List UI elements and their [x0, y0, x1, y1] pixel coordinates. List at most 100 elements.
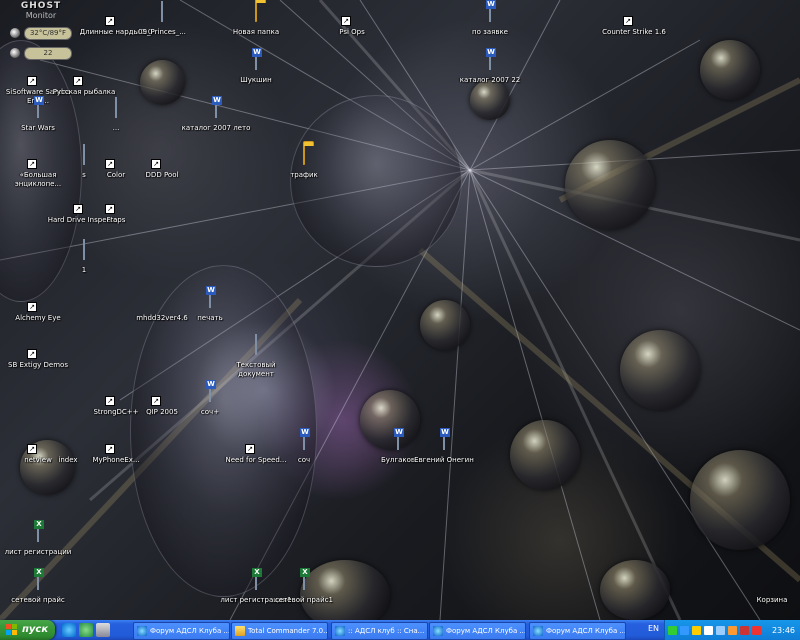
- desktop-icon[interactable]: 1: [46, 239, 122, 275]
- word-doc-icon: W: [204, 96, 228, 122]
- cd-image-icon: [150, 288, 174, 312]
- desktop-icon[interactable]: Wкаталог 2007 лето: [178, 96, 254, 133]
- wallpaper-sphere: [510, 420, 580, 490]
- word-doc-icon: W: [478, 48, 502, 74]
- ie-icon[interactable]: [62, 623, 76, 637]
- wallpaper-sphere: [600, 560, 670, 620]
- qip-icon[interactable]: [79, 623, 93, 637]
- language-indicator[interactable]: EN: [648, 624, 659, 633]
- desktop-icon[interactable]: Wсоч: [266, 428, 342, 465]
- fishing-game-icon: ↗: [72, 62, 96, 86]
- shortcut-arrow-icon: ↗: [623, 16, 633, 26]
- total-commander-icon: [235, 626, 245, 636]
- taskbar: пуск Форум АДСЛ Клуба ... Total Commander…: [0, 620, 800, 640]
- desktop-icon[interactable]: ↗ Psi Ops: [314, 2, 390, 37]
- ie-icon: [335, 626, 345, 636]
- taskbar-button[interactable]: :: АДСЛ клуб :: Сна...: [331, 622, 428, 640]
- desktop-icon-label: Psi Ops: [339, 28, 365, 36]
- word-doc-icon: W: [244, 48, 268, 74]
- taskbar-button[interactable]: Total Commander 7.0...: [231, 622, 328, 640]
- ghost-monitor-subtitle: Monitor: [25, 11, 57, 20]
- desktop-icon[interactable]: Wпечать: [172, 286, 248, 323]
- desktop-icon[interactable]: ...: [78, 97, 154, 133]
- quick-launch: [62, 623, 113, 637]
- desktop-icon-label: печать: [197, 314, 223, 322]
- desktop-icon[interactable]: Xсетевой прайс1: [266, 568, 342, 605]
- start-label: пуск: [22, 624, 49, 635]
- nfs-icon: ↗: [244, 430, 268, 454]
- fraps-icon: ↗: [104, 190, 128, 214]
- shortcut-arrow-icon: ↗: [105, 16, 115, 26]
- taskbar-button[interactable]: Форум АДСЛ Клуба ...: [529, 622, 626, 640]
- show-desktop-icon[interactable]: [96, 623, 110, 637]
- desktop-icon[interactable]: Новая папка: [218, 1, 294, 37]
- network-icon[interactable]: [668, 625, 677, 635]
- antivirus-icon[interactable]: [740, 625, 749, 635]
- desktop-icon[interactable]: Xлист регистрации: [0, 520, 76, 557]
- shortcut-arrow-icon: ↗: [27, 159, 37, 169]
- windows-logo-icon: [6, 624, 18, 636]
- taskbar-button-label: Форум АДСЛ Клуба ...: [546, 627, 626, 635]
- myphone-icon: ↗: [104, 430, 128, 454]
- update-icon[interactable]: [728, 625, 737, 635]
- desktop-icon[interactable]: Текстовый документ: [218, 334, 294, 379]
- desktop-icon[interactable]: Wкаталог 2007 22: [452, 48, 528, 85]
- qip-icon: ↗: [150, 382, 174, 406]
- volume-icon[interactable]: [704, 625, 713, 635]
- shortcut-arrow-icon: ↗: [105, 204, 115, 214]
- wallpaper-sphere: [470, 80, 510, 120]
- qip-tray-icon[interactable]: [716, 625, 725, 635]
- taskbar-button[interactable]: Форум АДСЛ Клуба ...: [429, 622, 526, 640]
- desktop-icon[interactable]: ↗ Fraps: [78, 190, 154, 225]
- desktop-icon[interactable]: ↗ Alchemy Eye: [0, 288, 76, 323]
- clock: 23:46: [771, 625, 795, 635]
- bluetooth-icon[interactable]: [680, 625, 689, 635]
- desktop-icon-label: Новая папка: [232, 28, 280, 36]
- desktop-icon-label: сетевой прайс1: [275, 596, 333, 604]
- wallpaper-lens: [290, 95, 462, 267]
- taskbar-button-label: Форум АДСЛ Клуба ...: [446, 627, 526, 635]
- start-button[interactable]: пуск: [0, 620, 55, 640]
- desktop-icon[interactable]: W Star Wars: [0, 96, 76, 133]
- document-icon: [72, 239, 96, 264]
- gauge-icon: [10, 48, 20, 58]
- shortcut-arrow-icon: ↗: [73, 76, 83, 86]
- desktop-icon-label: Star Wars: [21, 124, 55, 132]
- desktop-icon[interactable]: 09_Princes_...: [124, 1, 200, 37]
- word-doc-icon: W: [432, 428, 456, 454]
- desktop-icon[interactable]: ↗ SB Extigy Demos: [0, 335, 76, 370]
- desktop-icon-label: Евгений Онегин: [414, 456, 474, 464]
- keyboard-layout-icon[interactable]: [752, 625, 761, 635]
- desktop-icon-label: 09_Princes_...: [138, 28, 186, 36]
- desktop-icon-label: DDD Pool: [145, 171, 179, 179]
- text-doc-icon: [244, 334, 268, 359]
- desktop-icon[interactable]: ↗ Русская рыбалка: [46, 62, 122, 97]
- desktop-icon[interactable]: ↗ MyPhoneEx...: [78, 430, 154, 465]
- shortcut-arrow-icon: ↗: [245, 444, 255, 454]
- ie-icon: [433, 626, 443, 636]
- desktop-icon-label: каталог 2007 лето: [181, 124, 251, 132]
- desktop-icon[interactable]: ↗ DDD Pool: [124, 145, 200, 180]
- shortcut-arrow-icon: ↗: [105, 159, 115, 169]
- taskbar-button[interactable]: Форум АДСЛ Клуба ...: [133, 622, 230, 640]
- desktop-icon[interactable]: трафик: [266, 144, 342, 180]
- shortcut-arrow-icon: ↗: [151, 159, 161, 169]
- security-icon[interactable]: [692, 625, 701, 635]
- desktop-icon-label: сетевой прайс: [11, 596, 65, 604]
- desktop-icon-label: по заявке: [472, 28, 508, 36]
- desktop[interactable]: GHOST Monitor 32°C/89°F 22 ↗ SiSoftware S…: [0, 0, 800, 620]
- ie-icon: [533, 626, 543, 636]
- shortcut-arrow-icon: ↗: [27, 76, 37, 86]
- desktop-icon[interactable]: Xсетевой прайс: [0, 568, 76, 605]
- shortcut-arrow-icon: ↗: [27, 302, 37, 312]
- desktop-icon[interactable]: Wпо заявке: [452, 0, 528, 37]
- desktop-icon[interactable]: ↗ Counter Strike 1.6: [596, 2, 672, 37]
- excel-doc-icon: X: [292, 568, 316, 594]
- desktop-icon-label: каталог 2007 22: [459, 76, 521, 84]
- desktop-icon[interactable]: W Шукшин: [218, 48, 294, 85]
- desktop-icon[interactable]: Корзина: [734, 570, 800, 605]
- fan-reading: 22: [10, 46, 72, 60]
- desktop-icon[interactable]: Wсоч+: [172, 380, 248, 417]
- desktop-icon[interactable]: W Евгений Онегин: [406, 428, 482, 465]
- word-doc-icon: W: [198, 286, 222, 312]
